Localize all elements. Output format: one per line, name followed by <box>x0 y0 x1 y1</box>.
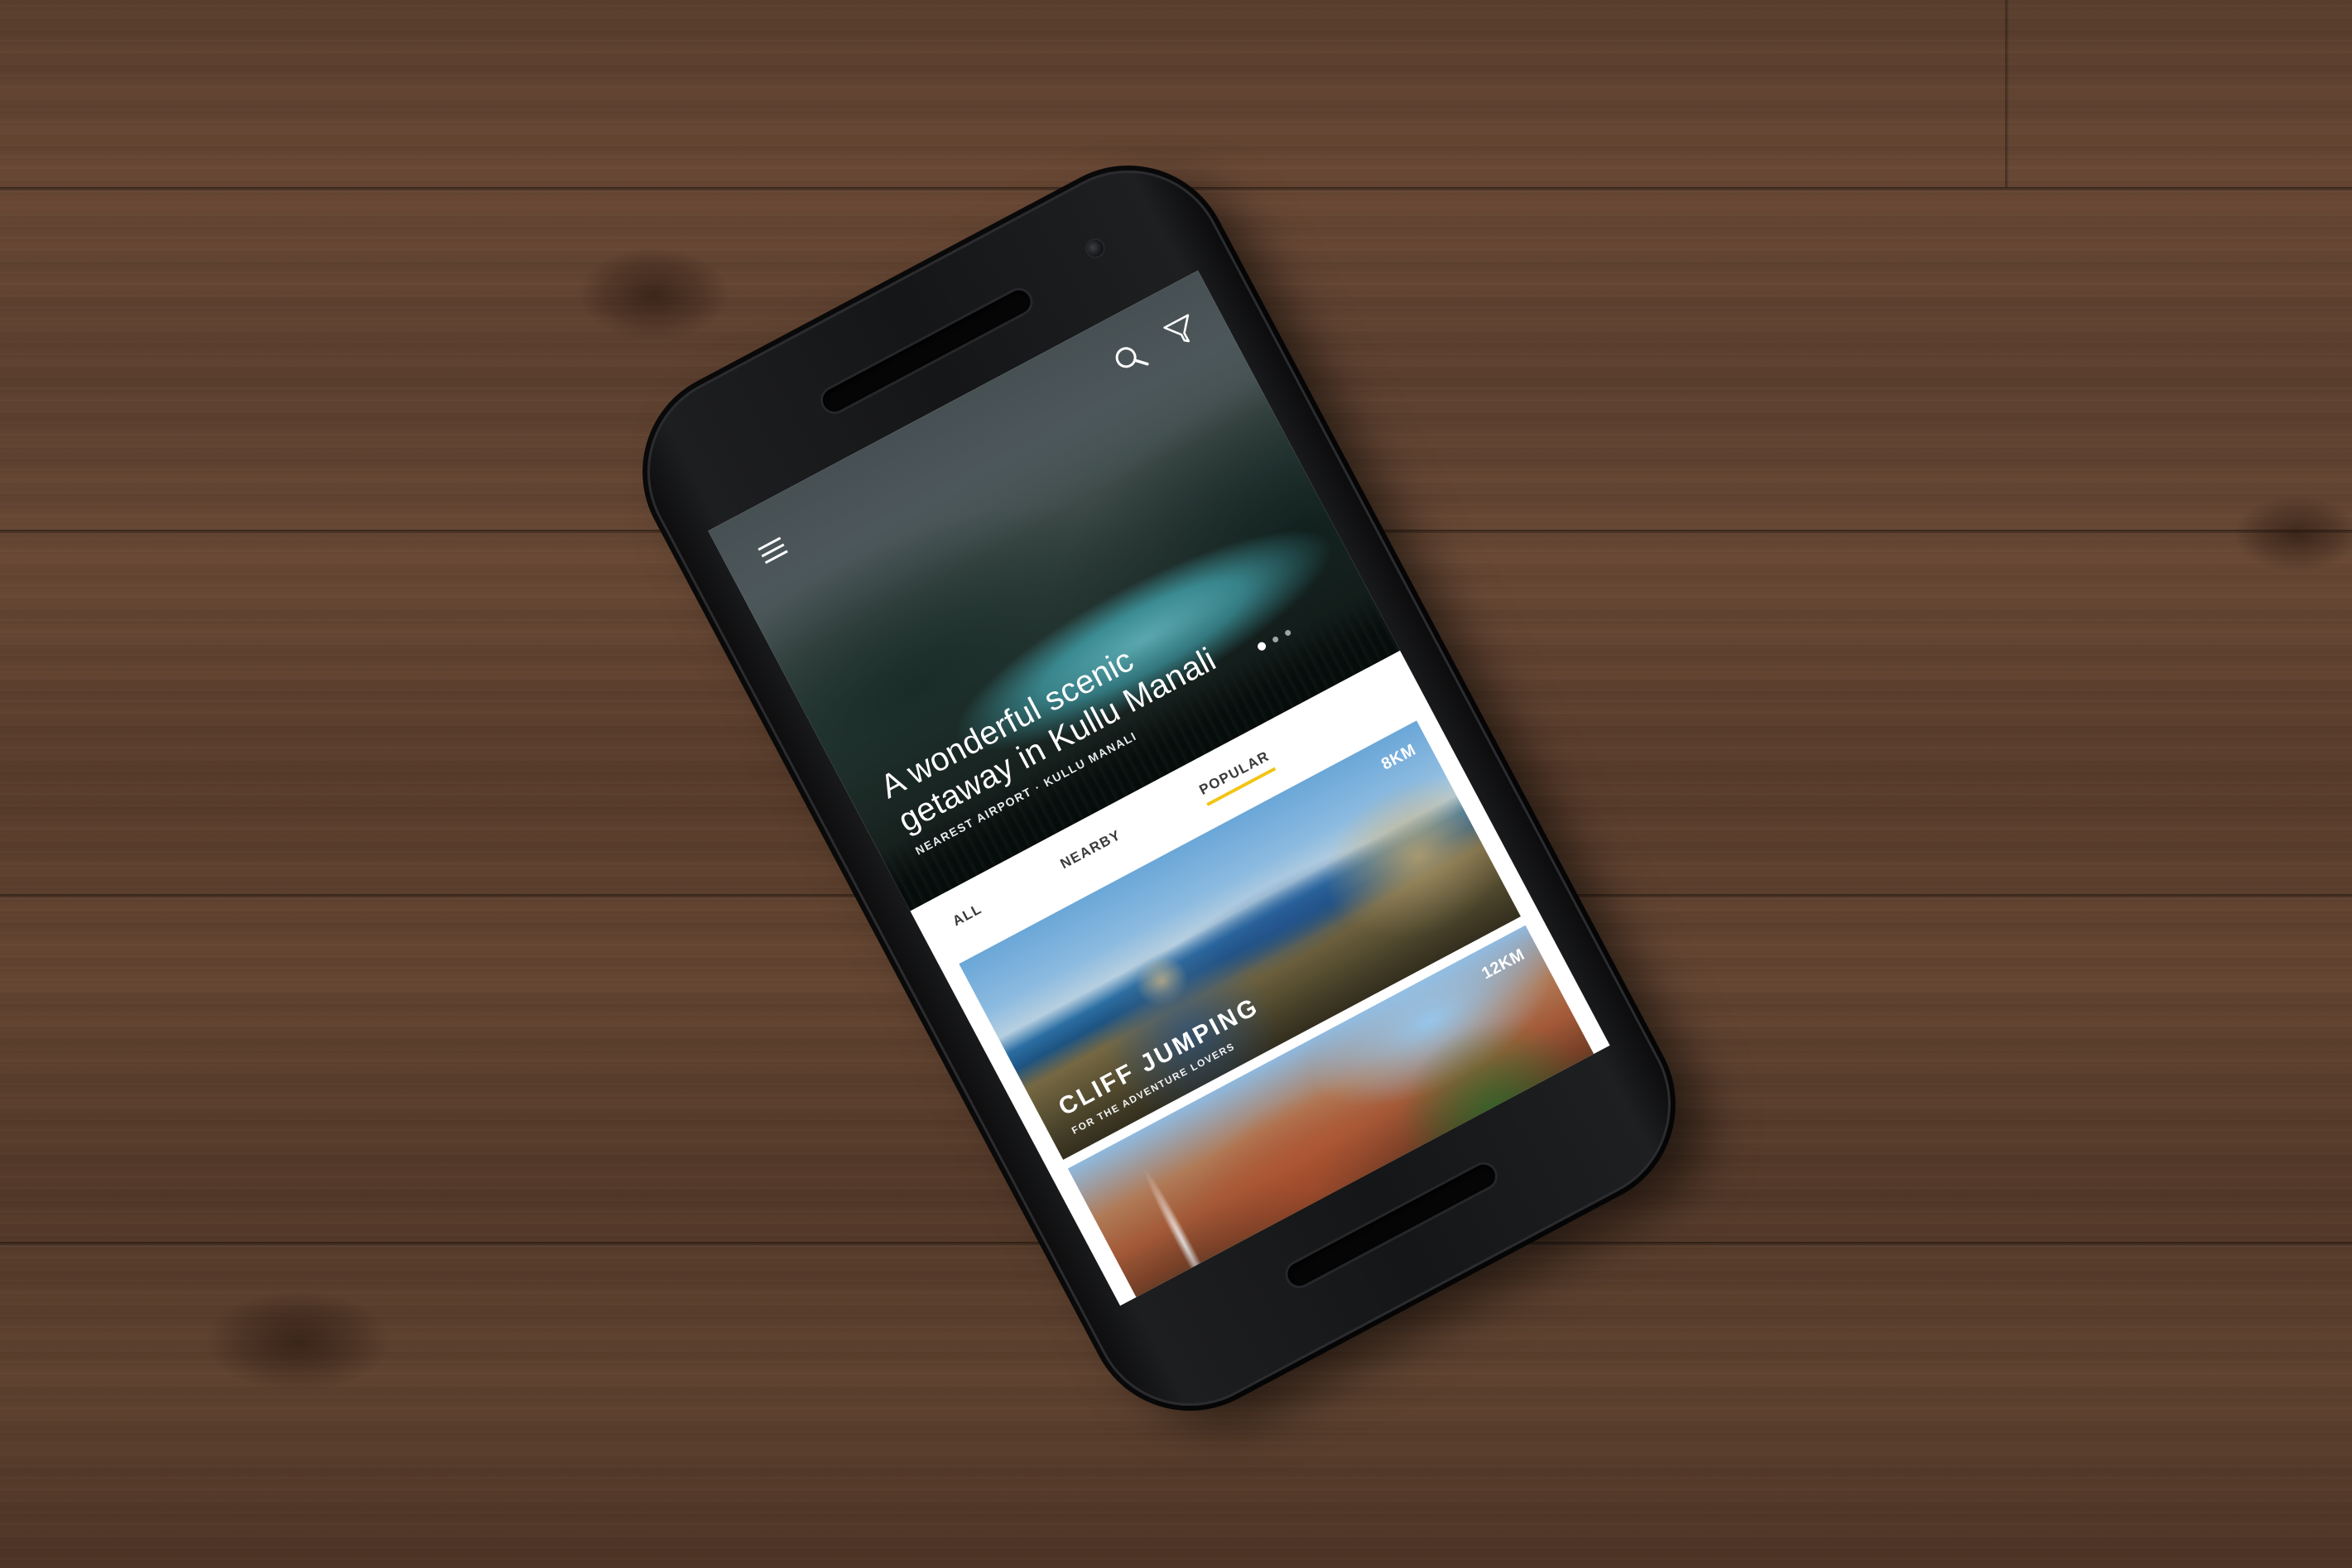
plank-joint <box>2005 0 2008 187</box>
wood-knot <box>2235 497 2352 571</box>
wood-knot <box>207 1291 389 1391</box>
menu-icon <box>756 535 791 567</box>
tab-nearby[interactable]: NEARBY <box>1054 820 1128 880</box>
pager-dot[interactable] <box>1271 635 1280 643</box>
tab-all[interactable]: ALL <box>946 893 989 937</box>
filter-icon <box>1161 310 1203 353</box>
search-icon <box>1109 338 1152 380</box>
front-camera <box>1084 237 1107 260</box>
wood-knot <box>580 248 729 339</box>
